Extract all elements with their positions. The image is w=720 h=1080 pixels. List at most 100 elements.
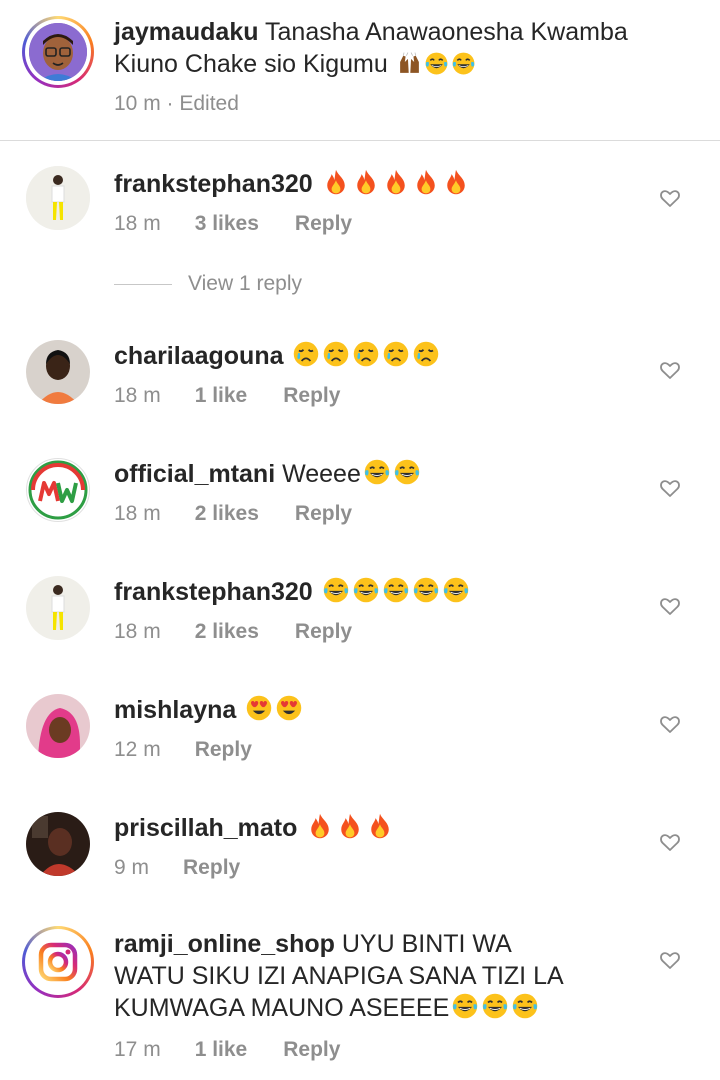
emoji-group bbox=[320, 170, 470, 198]
caption-meta: 10 m · Edited bbox=[114, 92, 239, 116]
heart-icon[interactable] bbox=[658, 712, 682, 736]
fire-emoji-icon bbox=[412, 168, 440, 196]
avatar[interactable] bbox=[26, 812, 90, 876]
reply-button[interactable]: Reply bbox=[283, 1038, 340, 1062]
comment-meta: 12 m Reply bbox=[114, 738, 252, 762]
avatar[interactable] bbox=[26, 166, 90, 230]
emoji-group bbox=[320, 578, 470, 606]
caption-username[interactable]: jaymaudaku bbox=[114, 18, 259, 46]
view-replies-button[interactable]: View 1 reply bbox=[114, 272, 302, 296]
joy-emoji-icon bbox=[442, 576, 470, 604]
comment-body: Weeee bbox=[282, 460, 361, 488]
reply-button[interactable]: Reply bbox=[283, 384, 340, 408]
emoji-group bbox=[243, 696, 303, 724]
joy-emoji-icon bbox=[424, 51, 449, 76]
heart-eyes-emoji-icon bbox=[275, 694, 303, 722]
heart-icon[interactable] bbox=[658, 948, 682, 972]
likes-count[interactable]: 1 like bbox=[195, 1038, 248, 1062]
caption-time: 10 m bbox=[114, 92, 161, 115]
comment-username[interactable]: ramji_online_shop bbox=[114, 930, 335, 958]
comment-time: 9 m bbox=[114, 856, 150, 879]
avatar bbox=[29, 933, 87, 991]
fire-emoji-icon bbox=[306, 812, 334, 840]
comment-time: 18 m bbox=[114, 212, 161, 235]
likes-count[interactable]: 1 like bbox=[195, 384, 248, 408]
comment-time: 18 m bbox=[114, 384, 161, 407]
crying-emoji-icon bbox=[352, 340, 380, 368]
heart-eyes-emoji-icon bbox=[245, 694, 273, 722]
reply-button[interactable]: Reply bbox=[183, 856, 240, 880]
comment-meta: 18 m 2 likes Reply bbox=[114, 620, 352, 644]
reply-button[interactable]: Reply bbox=[195, 738, 252, 762]
avatar[interactable] bbox=[26, 458, 90, 522]
fire-emoji-icon bbox=[322, 168, 350, 196]
avatar-story-ring[interactable] bbox=[22, 926, 94, 998]
avatar[interactable] bbox=[26, 694, 90, 758]
joy-emoji-icon bbox=[451, 992, 479, 1020]
caption-avatar-ring[interactable] bbox=[22, 16, 94, 88]
joy-emoji-icon bbox=[352, 576, 380, 604]
comment-text: official_mtani Weeee bbox=[114, 458, 421, 490]
caption-line1: Tanasha Anawaonesha Kwamba bbox=[265, 18, 628, 46]
caption-text: jaymaudaku Tanasha Anawaonesha Kwamba Ki… bbox=[114, 16, 694, 80]
joy-emoji-icon bbox=[382, 576, 410, 604]
avatar[interactable] bbox=[26, 340, 90, 404]
comment-username[interactable]: frankstephan320 bbox=[114, 578, 313, 606]
avatar bbox=[29, 23, 87, 81]
comment-text: frankstephan320 bbox=[114, 576, 470, 608]
caption-line2: Kiuno Chake sio Kigumu bbox=[114, 50, 388, 78]
comment-time: 12 m bbox=[114, 738, 161, 761]
comment-username[interactable]: charilaagouna bbox=[114, 342, 284, 370]
comment-meta: 18 m 3 likes Reply bbox=[114, 212, 352, 236]
crying-emoji-icon bbox=[412, 340, 440, 368]
view-replies-label: View 1 reply bbox=[188, 272, 303, 295]
comment-text: charilaagouna bbox=[114, 340, 440, 372]
comment-time: 17 m bbox=[114, 1038, 161, 1061]
likes-count[interactable]: 3 likes bbox=[195, 212, 259, 236]
heart-icon[interactable] bbox=[658, 186, 682, 210]
joy-emoji-icon bbox=[511, 992, 539, 1020]
crying-emoji-icon bbox=[322, 340, 350, 368]
reply-button[interactable]: Reply bbox=[295, 620, 352, 644]
joy-emoji-icon bbox=[363, 458, 391, 486]
emoji-group bbox=[304, 814, 394, 842]
joy-emoji-icon bbox=[451, 51, 476, 76]
comment-body-line1: UYU BINTI WA bbox=[341, 930, 512, 958]
likes-count[interactable]: 2 likes bbox=[195, 502, 259, 526]
comment-body-line2: WATU SIKU IZI ANAPIGA SANA TIZI LA bbox=[114, 962, 564, 990]
comment-time: 18 m bbox=[114, 620, 161, 643]
comment-body-line3: KUMWAGA MAUNO ASEEEE bbox=[114, 994, 450, 1022]
comment-meta: 9 m Reply bbox=[114, 856, 240, 880]
emoji-group bbox=[449, 994, 539, 1022]
fire-emoji-icon bbox=[366, 812, 394, 840]
heart-icon[interactable] bbox=[658, 830, 682, 854]
emoji-group bbox=[361, 460, 421, 488]
joy-emoji-icon bbox=[412, 576, 440, 604]
comment-time: 18 m bbox=[114, 502, 161, 525]
comment-text: ramji_online_shop UYU BINTI WA WATU SIKU… bbox=[114, 928, 634, 1024]
comment-meta: 17 m 1 like Reply bbox=[114, 1038, 340, 1062]
crying-emoji-icon bbox=[292, 340, 320, 368]
raised-hands-icon bbox=[397, 51, 422, 76]
heart-icon[interactable] bbox=[658, 358, 682, 382]
comment-username[interactable]: mishlayna bbox=[114, 696, 236, 724]
fire-emoji-icon bbox=[352, 168, 380, 196]
heart-icon[interactable] bbox=[658, 594, 682, 618]
comment-text: priscillah_mato bbox=[114, 812, 394, 844]
reply-button[interactable]: Reply bbox=[295, 212, 352, 236]
fire-emoji-icon bbox=[382, 168, 410, 196]
avatar[interactable] bbox=[26, 576, 90, 640]
heart-icon[interactable] bbox=[658, 476, 682, 500]
likes-count[interactable]: 2 likes bbox=[195, 620, 259, 644]
reply-button[interactable]: Reply bbox=[295, 502, 352, 526]
comment-username[interactable]: official_mtani bbox=[114, 460, 275, 488]
divider-line bbox=[114, 283, 172, 285]
joy-emoji-icon bbox=[393, 458, 421, 486]
crying-emoji-icon bbox=[382, 340, 410, 368]
comment-username[interactable]: priscillah_mato bbox=[114, 814, 297, 842]
joy-emoji-icon bbox=[481, 992, 509, 1020]
emoji-group bbox=[290, 342, 440, 370]
comment-username[interactable]: frankstephan320 bbox=[114, 170, 313, 198]
caption-edited: · Edited bbox=[166, 92, 239, 115]
comment-text: frankstephan320 bbox=[114, 168, 470, 200]
